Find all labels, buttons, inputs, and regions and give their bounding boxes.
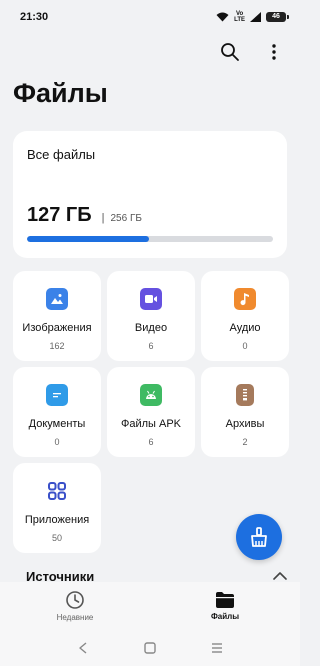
storage-separator: | [101,212,105,224]
category-images[interactable]: Изображения 162 [13,271,101,361]
nav-recent-label: Недавние [56,613,94,622]
clock-icon [66,591,84,609]
storage-total: 256 ГБ [110,213,142,224]
music-icon [234,288,256,310]
clean-fab-button[interactable] [236,514,282,560]
category-count: 0 [54,437,60,447]
storage-progress-bar [27,236,273,242]
category-count: 2 [242,437,248,447]
search-icon [221,43,239,61]
more-vert-icon [272,44,276,60]
category-audio[interactable]: Аудио 0 [201,271,289,361]
all-files-title: Все файлы [27,147,96,162]
volte-indicator: Vo LTE [234,11,245,23]
page-title: Файлы [13,78,108,108]
category-label: Архивы [225,418,265,430]
folder-icon [216,592,234,608]
category-count: 6 [148,341,154,351]
document-icon [46,384,68,406]
broom-icon [251,527,267,547]
video-icon [140,288,162,310]
search-button[interactable] [218,40,242,64]
battery-level: 46 [272,13,280,20]
system-navigation-bar [0,630,300,666]
category-documents[interactable]: Документы 0 [13,367,101,457]
category-count: 0 [242,341,248,351]
category-label: Изображения [22,322,92,334]
category-apps[interactable]: Приложения 50 [13,463,101,553]
chevron-up-icon [273,572,287,580]
category-count: 6 [148,437,154,447]
battery-icon: 46 [266,12,289,22]
android-icon [140,384,162,406]
signal-icon [250,12,261,22]
storage-used: 127 ГБ [27,204,92,226]
category-label: Аудио [229,322,261,334]
nav-files[interactable]: Файлы [185,591,265,621]
storage-progress-fill [27,236,150,242]
category-count: 50 [51,533,62,543]
category-video[interactable]: Видео 6 [107,271,195,361]
category-label: Приложения [24,514,90,526]
archive-icon [236,384,254,406]
category-archives[interactable]: Архивы 2 [201,367,289,457]
all-files-card[interactable]: Все файлы 127 ГБ | 256 ГБ [13,131,287,258]
category-label: Файлы APK [120,418,182,430]
storage-sizes: 127 ГБ | 256 ГБ [27,204,142,227]
menu-icon[interactable] [211,642,223,654]
nav-files-label: Файлы [210,612,240,621]
more-options-button[interactable] [262,40,286,64]
apps-grid-icon [46,480,68,502]
category-count: 162 [49,341,65,351]
status-time: 21:30 [20,11,49,23]
category-label: Документы [28,418,86,430]
nav-recent[interactable]: Недавние [35,590,115,622]
image-icon [46,288,68,310]
status-bar: 21:30 Vo LTE 46 [0,0,300,34]
topbar-actions [218,40,286,64]
back-icon[interactable] [77,642,89,654]
category-grid: Изображения 162 Видео 6 Аудио 0 Документ… [13,271,289,553]
category-apk[interactable]: Файлы APK 6 [107,367,195,457]
wifi-icon [216,12,229,22]
home-icon[interactable] [144,642,156,654]
status-icons: Vo LTE 46 [216,11,289,23]
category-label: Видео [134,322,168,334]
bottom-navigation: Недавние Файлы [0,582,300,630]
